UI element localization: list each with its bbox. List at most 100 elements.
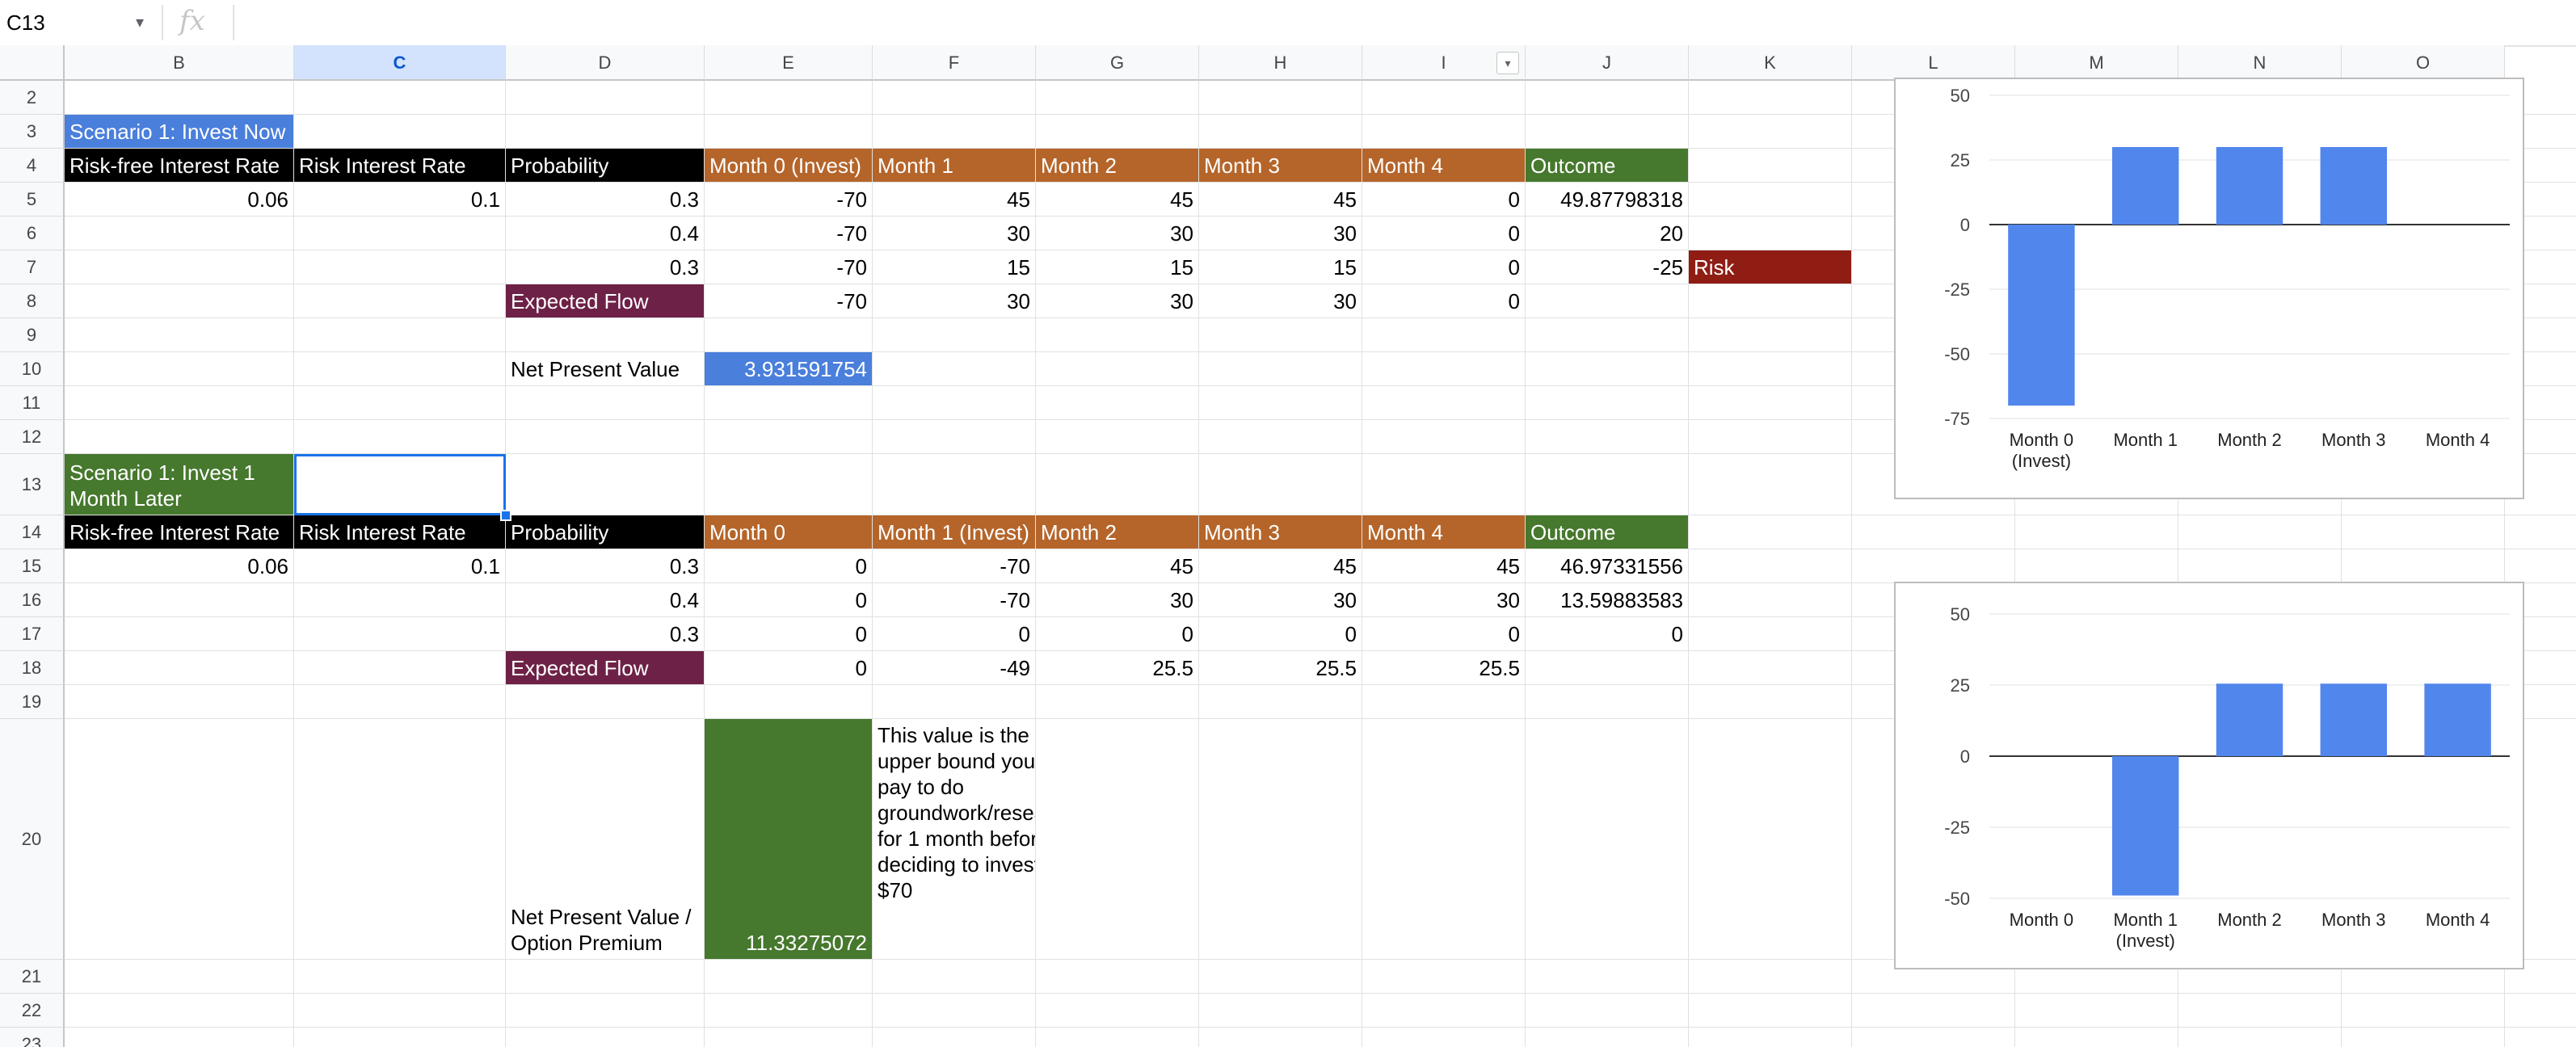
cell-h8[interactable]: 30 bbox=[1199, 284, 1362, 317]
row-header-14[interactable]: 14 bbox=[0, 515, 65, 549]
cell-h15[interactable]: 45 bbox=[1199, 549, 1362, 582]
fill-handle[interactable] bbox=[500, 510, 511, 521]
bar[interactable] bbox=[2111, 147, 2179, 225]
cell-h18[interactable]: 25.5 bbox=[1199, 651, 1362, 684]
select-all-corner[interactable] bbox=[0, 45, 65, 81]
cell-h4[interactable]: Month 3 bbox=[1199, 149, 1362, 182]
cell-b13[interactable]: Scenario 1: Invest 1 Month Later bbox=[65, 454, 293, 515]
cell-f4[interactable]: Month 1 bbox=[873, 149, 1035, 182]
cell-e18[interactable]: 0 bbox=[705, 651, 872, 684]
cell-c15[interactable]: 0.1 bbox=[294, 549, 505, 582]
cell-d17[interactable]: 0.3 bbox=[506, 617, 704, 650]
cell-g17[interactable]: 0 bbox=[1036, 617, 1198, 650]
cell-j4[interactable]: Outcome bbox=[1526, 149, 1688, 182]
cell-h16[interactable]: 30 bbox=[1199, 583, 1362, 616]
cell-i7[interactable]: 0 bbox=[1362, 250, 1525, 284]
cell-f20[interactable]: This value is the upper bound you'd pay … bbox=[873, 719, 1035, 959]
cell-j5[interactable]: 49.87798318 bbox=[1526, 183, 1688, 216]
cell-k7[interactable]: Risk bbox=[1689, 250, 1851, 284]
cell-g8[interactable]: 30 bbox=[1036, 284, 1198, 317]
row-header-5[interactable]: 5 bbox=[0, 183, 65, 217]
cell-i14[interactable]: Month 4 bbox=[1362, 515, 1525, 549]
row-header-23[interactable]: 23 bbox=[0, 1028, 65, 1047]
column-header-f[interactable]: F bbox=[873, 45, 1036, 81]
cell-h14[interactable]: Month 3 bbox=[1199, 515, 1362, 549]
cell-g14[interactable]: Month 2 bbox=[1036, 515, 1198, 549]
cell-g6[interactable]: 30 bbox=[1036, 217, 1198, 250]
row-header-17[interactable]: 17 bbox=[0, 617, 65, 651]
column-header-c[interactable]: C bbox=[294, 45, 506, 81]
cell-b15[interactable]: 0.06 bbox=[65, 549, 293, 582]
row-header-10[interactable]: 10 bbox=[0, 352, 65, 386]
name-box[interactable]: C13 bbox=[6, 6, 152, 39]
row-header-20[interactable]: 20 bbox=[0, 719, 65, 960]
column-header-d[interactable]: D bbox=[506, 45, 705, 81]
bar[interactable] bbox=[2320, 147, 2388, 225]
cell-f17[interactable]: 0 bbox=[873, 617, 1035, 650]
cell-i8[interactable]: 0 bbox=[1362, 284, 1525, 317]
cell-d10[interactable]: Net Present Value bbox=[506, 352, 704, 385]
bar[interactable] bbox=[2216, 147, 2283, 225]
cell-b3[interactable]: Scenario 1: Invest Now bbox=[65, 115, 293, 148]
row-header-11[interactable]: 11 bbox=[0, 386, 65, 420]
cell-g4[interactable]: Month 2 bbox=[1036, 149, 1198, 182]
bar[interactable] bbox=[2320, 683, 2388, 756]
row-header-2[interactable]: 2 bbox=[0, 81, 65, 115]
bar[interactable] bbox=[2111, 756, 2179, 896]
cell-b5[interactable]: 0.06 bbox=[65, 183, 293, 216]
cell-b14[interactable]: Risk-free Interest Rate bbox=[65, 515, 293, 549]
cell-i18[interactable]: 25.5 bbox=[1362, 651, 1525, 684]
cell-e17[interactable]: 0 bbox=[705, 617, 872, 650]
row-header-4[interactable]: 4 bbox=[0, 149, 65, 183]
row-header-22[interactable]: 22 bbox=[0, 994, 65, 1028]
cell-i4[interactable]: Month 4 bbox=[1362, 149, 1525, 182]
cell-j7[interactable]: -25 bbox=[1526, 250, 1688, 284]
column-header-n[interactable]: N bbox=[2178, 45, 2342, 81]
cell-f6[interactable]: 30 bbox=[873, 217, 1035, 250]
cell-i15[interactable]: 45 bbox=[1362, 549, 1525, 582]
column-header-g[interactable]: G bbox=[1036, 45, 1199, 81]
cell-d4[interactable]: Probability bbox=[506, 149, 704, 182]
cell-e8[interactable]: -70 bbox=[705, 284, 872, 317]
cell-e5[interactable]: -70 bbox=[705, 183, 872, 216]
column-header-k[interactable]: K bbox=[1689, 45, 1852, 81]
cell-i17[interactable]: 0 bbox=[1362, 617, 1525, 650]
cell-d6[interactable]: 0.4 bbox=[506, 217, 704, 250]
column-header-e[interactable]: E bbox=[705, 45, 873, 81]
cell-d15[interactable]: 0.3 bbox=[506, 549, 704, 582]
cell-c14[interactable]: Risk Interest Rate bbox=[294, 515, 505, 549]
cell-b4[interactable]: Risk-free Interest Rate bbox=[65, 149, 293, 182]
column-header-b[interactable]: B bbox=[65, 45, 294, 81]
cell-j16[interactable]: 13.59883583 bbox=[1526, 583, 1688, 616]
row-header-12[interactable]: 12 bbox=[0, 420, 65, 454]
cell-j15[interactable]: 46.97331556 bbox=[1526, 549, 1688, 582]
column-header-j[interactable]: J bbox=[1526, 45, 1689, 81]
cell-h6[interactable]: 30 bbox=[1199, 217, 1362, 250]
cell-j6[interactable]: 20 bbox=[1526, 217, 1688, 250]
cell-f14[interactable]: Month 1 (Invest) bbox=[873, 515, 1035, 549]
column-header-l[interactable]: L bbox=[1852, 45, 2015, 81]
cell-e4[interactable]: Month 0 (Invest) bbox=[705, 149, 872, 182]
cell-h7[interactable]: 15 bbox=[1199, 250, 1362, 284]
cell-g18[interactable]: 25.5 bbox=[1036, 651, 1198, 684]
cell-i6[interactable]: 0 bbox=[1362, 217, 1525, 250]
cell-g7[interactable]: 15 bbox=[1036, 250, 1198, 284]
cell-f8[interactable]: 30 bbox=[873, 284, 1035, 317]
cell-f15[interactable]: -70 bbox=[873, 549, 1035, 582]
cell-e15[interactable]: 0 bbox=[705, 549, 872, 582]
row-header-13[interactable]: 13 bbox=[0, 454, 65, 515]
cell-selection-c13[interactable] bbox=[294, 454, 506, 515]
cell-j14[interactable]: Outcome bbox=[1526, 515, 1688, 549]
cell-h17[interactable]: 0 bbox=[1199, 617, 1362, 650]
chart-scenario-invest-later[interactable]: 50 25 0 -25 -50 Month 0 Month 1 (Invest) Month 2… bbox=[1894, 582, 2524, 969]
row-header-6[interactable]: 6 bbox=[0, 217, 65, 250]
row-header-15[interactable]: 15 bbox=[0, 549, 65, 583]
cell-c4[interactable]: Risk Interest Rate bbox=[294, 149, 505, 182]
cell-d14[interactable]: Probability bbox=[506, 515, 704, 549]
chevron-down-icon[interactable]: ▾ bbox=[136, 6, 144, 39]
cell-d18[interactable]: Expected Flow bbox=[506, 651, 704, 684]
cell-f16[interactable]: -70 bbox=[873, 583, 1035, 616]
cell-g15[interactable]: 45 bbox=[1036, 549, 1198, 582]
column-header-h[interactable]: H bbox=[1199, 45, 1362, 81]
cell-c5[interactable]: 0.1 bbox=[294, 183, 505, 216]
